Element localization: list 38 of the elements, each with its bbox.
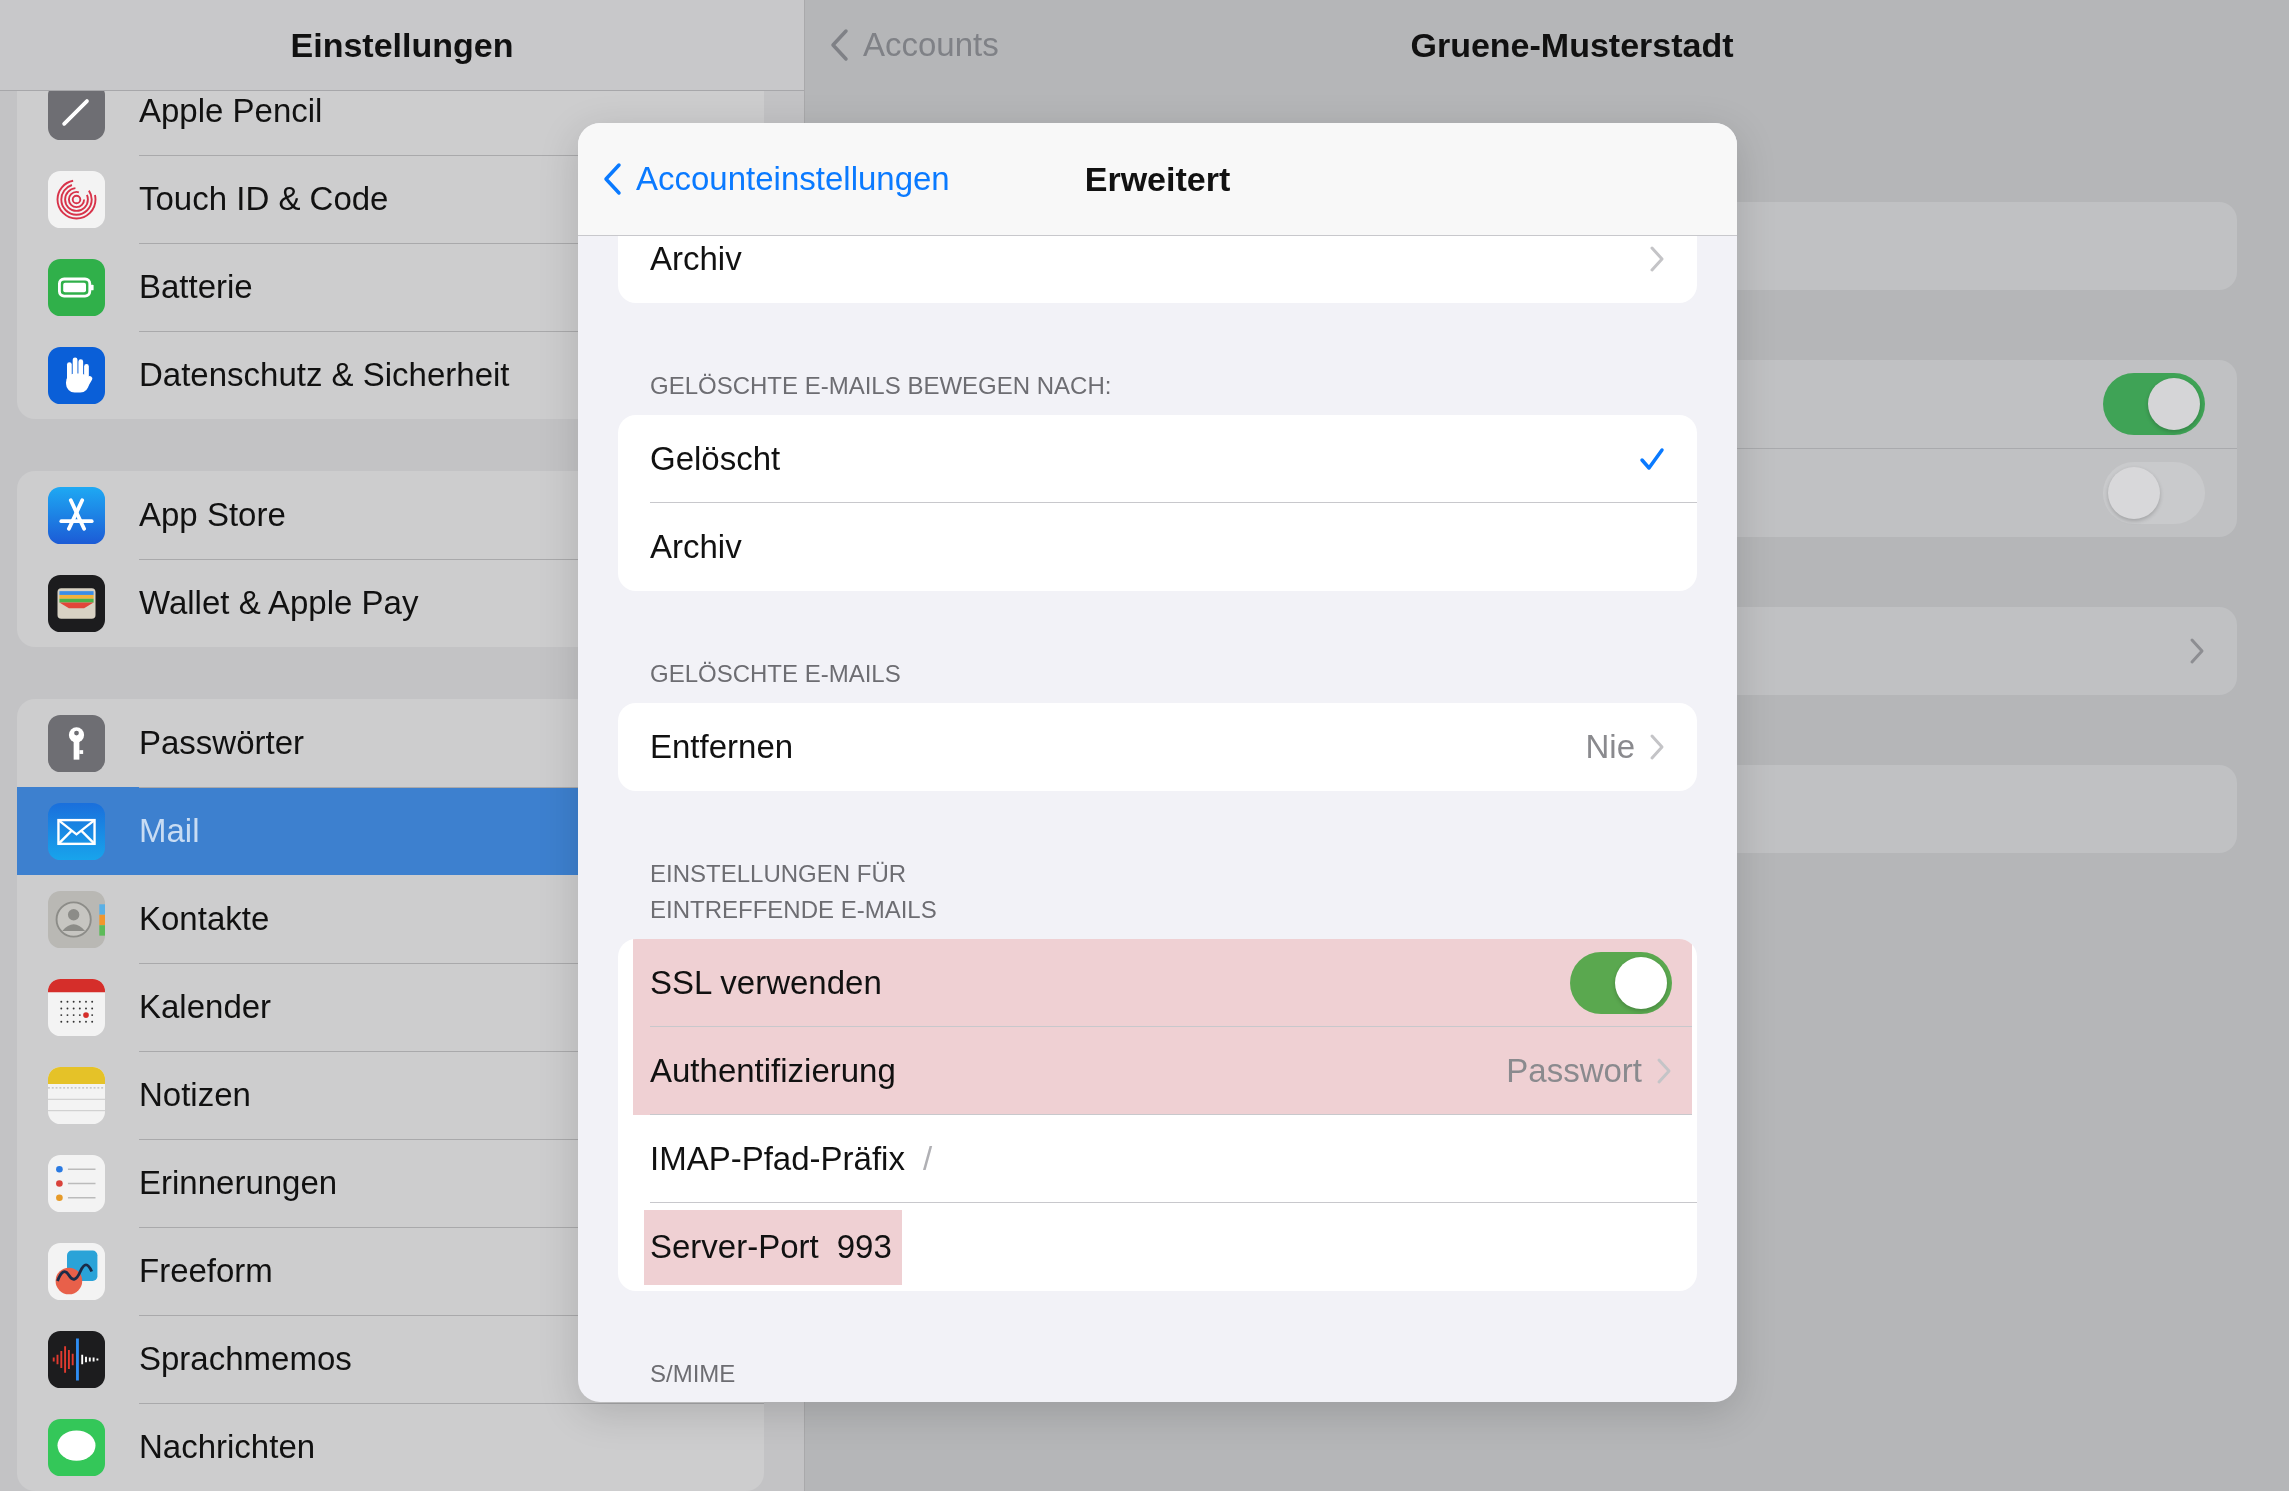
app-store-icon: [48, 486, 105, 544]
section-header: S/MIME: [649, 1359, 737, 1389]
sidebar-title: Einstellungen: [290, 25, 514, 65]
hand-icon: [48, 346, 105, 404]
field-label: IMAP-Pfad-Präfix: [650, 1139, 905, 1178]
chevron-left-icon: [829, 28, 849, 62]
wallet-icon: [48, 574, 105, 632]
row-label: Archiv: [650, 240, 742, 278]
chevron-right-icon: [1649, 733, 1665, 761]
field-label: Server-Port: [650, 1228, 819, 1266]
chevron-right-icon: [1649, 245, 1665, 273]
key-icon: [48, 714, 105, 772]
option-label[interactable]: Gelöscht: [650, 439, 781, 478]
waveform-icon: [48, 1330, 105, 1388]
envelope-icon: [48, 802, 105, 860]
contacts-icon: [48, 890, 105, 948]
row-value: Passwort: [1506, 1051, 1642, 1090]
sidebar-item[interactable]: Nachrichten: [17, 1403, 764, 1491]
input-field[interactable]: 993: [836, 1228, 892, 1266]
fingerprint-icon: [48, 170, 105, 228]
page-title: Gruene-Musterstadt: [1410, 25, 1734, 65]
row-label: Authentifizierung: [650, 1051, 896, 1090]
drawing-board-icon: [48, 1242, 105, 1300]
row-value: Nie: [1585, 728, 1635, 766]
sheet-title: Erweitert: [1084, 159, 1231, 199]
speech-bubble-icon: [48, 1418, 105, 1476]
row-label: SSL verwenden: [650, 963, 882, 1002]
notes-icon: [48, 1066, 105, 1124]
battery-icon: [48, 258, 105, 316]
calendar-icon: [48, 978, 105, 1036]
chevron-right-icon: [1656, 1056, 1672, 1085]
row-label: Entfernen: [650, 728, 794, 766]
chevron-right-icon: [2189, 637, 2205, 665]
chevron-left-icon: [602, 162, 622, 196]
section-header: GELÖSCHTE E-MAILS BEWEGEN NACH:: [649, 371, 1113, 401]
section-header: GELÖSCHTE E-MAILS: [649, 659, 902, 689]
back-button[interactable]: Accounteinstellungen: [602, 160, 950, 198]
checklist-icon: [48, 1154, 105, 1212]
